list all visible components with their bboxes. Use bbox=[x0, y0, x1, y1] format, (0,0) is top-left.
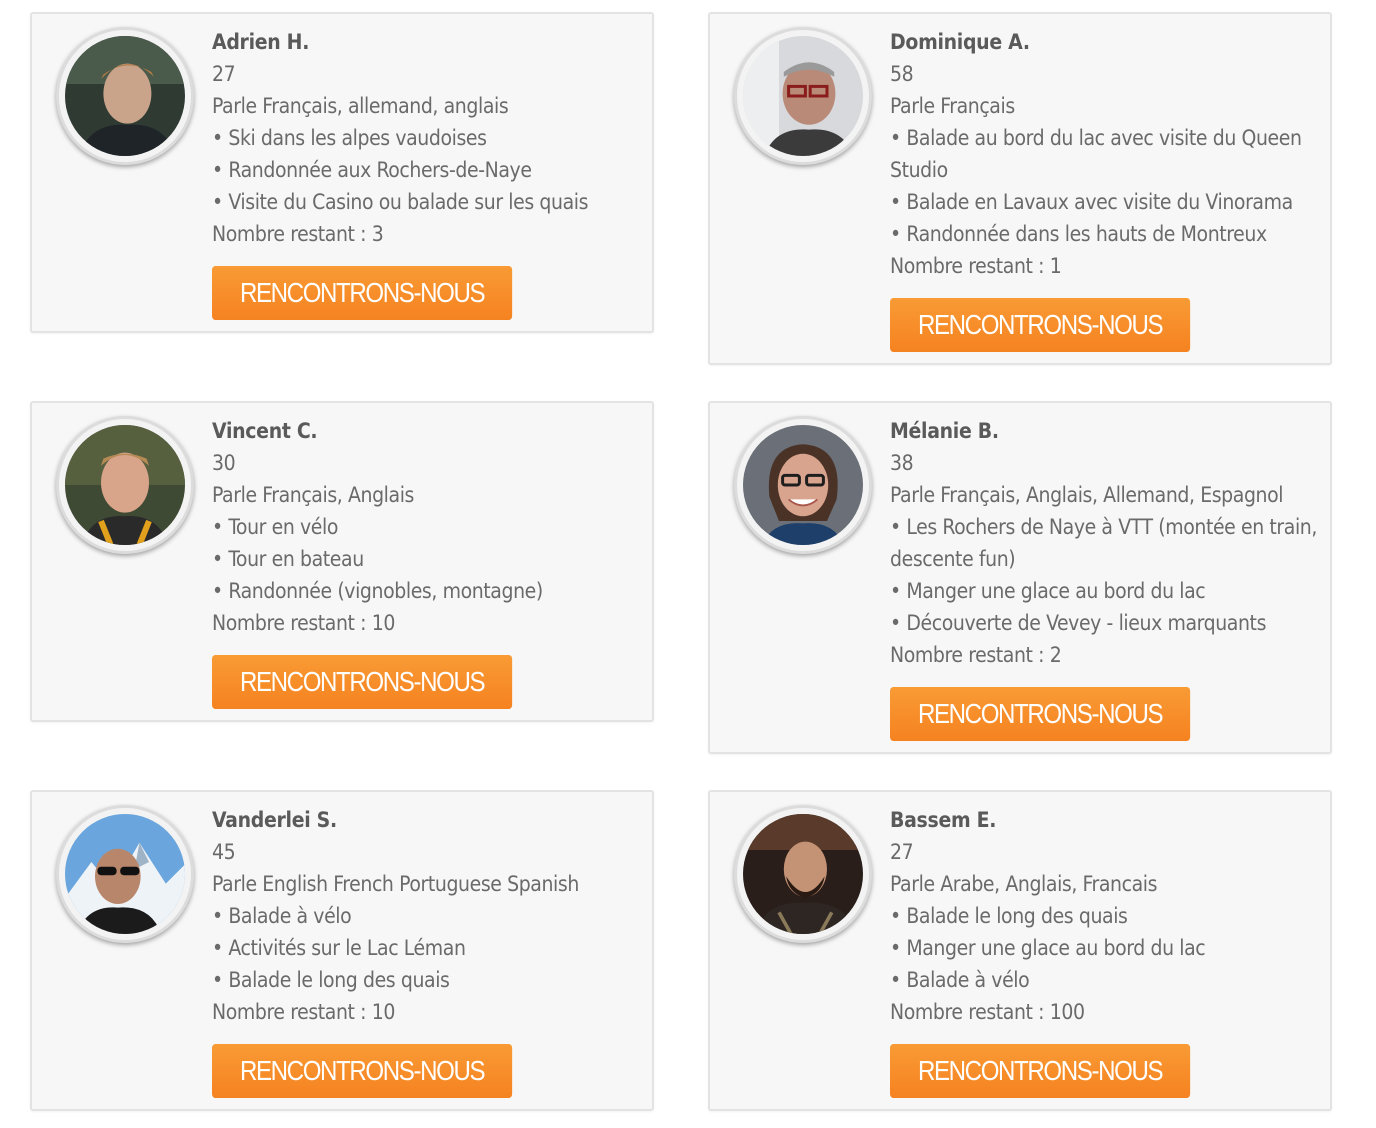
profile-card: Dominique A. 58 Parle Français • Balade … bbox=[708, 12, 1332, 365]
activity-item: • Balade le long des quais bbox=[212, 968, 450, 992]
profile-name: Dominique A. bbox=[890, 30, 1030, 54]
activity-item: • Balade à vélo bbox=[890, 968, 1030, 992]
avatar bbox=[56, 416, 194, 554]
activity-item: • Balade à vélo bbox=[212, 904, 352, 928]
activity-item: • Manger une glace au bord du lac bbox=[890, 579, 1206, 603]
remaining-count: Nombre restant : 2 bbox=[890, 643, 1062, 667]
activity-item: • Tour en vélo bbox=[212, 515, 339, 539]
profile-card: Vincent C. 30 Parle Français, Anglais • … bbox=[30, 401, 654, 722]
profile-age: 45 bbox=[212, 840, 236, 864]
activity-item: • Randonnée aux Rochers-de-Naye bbox=[212, 158, 532, 182]
profile-languages: Parle English French Portuguese Spanish bbox=[212, 872, 579, 896]
activity-item: • Balade le long des quais bbox=[890, 904, 1128, 928]
avatar bbox=[734, 27, 872, 165]
meet-button[interactable]: RENCONTRONS-NOUS bbox=[890, 687, 1191, 741]
profile-age: 27 bbox=[212, 62, 236, 86]
avatar bbox=[734, 416, 872, 554]
meet-button[interactable]: RENCONTRONS-NOUS bbox=[890, 1044, 1191, 1098]
profile-name: Bassem E. bbox=[890, 808, 997, 832]
avatar-photo bbox=[65, 36, 185, 156]
avatar-photo bbox=[743, 814, 863, 934]
profile-age: 30 bbox=[212, 451, 236, 475]
profile-languages: Parle Français, Anglais, Allemand, Espag… bbox=[890, 483, 1284, 507]
activity-item: • Activités sur le Lac Léman bbox=[212, 936, 466, 960]
meet-button[interactable]: RENCONTRONS-NOUS bbox=[212, 655, 513, 709]
profile-languages: Parle Français, Anglais bbox=[212, 483, 414, 507]
remaining-count: Nombre restant : 100 bbox=[890, 1000, 1085, 1024]
profile-languages: Parle Arabe, Anglais, Francais bbox=[890, 872, 1158, 896]
avatar-photo bbox=[743, 425, 863, 545]
profile-languages: Parle Français bbox=[890, 94, 1015, 118]
remaining-count: Nombre restant : 10 bbox=[212, 1000, 395, 1024]
profile-card: Bassem E. 27 Parle Arabe, Anglais, Franc… bbox=[708, 790, 1332, 1111]
avatar bbox=[56, 27, 194, 165]
profile-name: Adrien H. bbox=[212, 30, 310, 54]
meet-button[interactable]: RENCONTRONS-NOUS bbox=[212, 1044, 513, 1098]
avatar bbox=[734, 805, 872, 943]
profile-name: Mélanie B. bbox=[890, 419, 999, 443]
profile-age: 38 bbox=[890, 451, 914, 475]
profile-age: 58 bbox=[890, 62, 914, 86]
meet-button[interactable]: RENCONTRONS-NOUS bbox=[212, 266, 513, 320]
activity-item: • Ski dans les alpes vaudoises bbox=[212, 126, 487, 150]
activity-item: • Balade au bord du lac avec visite du Q… bbox=[890, 126, 1302, 182]
activity-item: • Visite du Casino ou balade sur les qua… bbox=[212, 190, 589, 214]
remaining-count: Nombre restant : 10 bbox=[212, 611, 395, 635]
activity-item: • Randonnée (vignobles, montagne) bbox=[212, 579, 543, 603]
profile-age: 27 bbox=[890, 840, 914, 864]
profile-card: Adrien H. 27 Parle Français, allemand, a… bbox=[30, 12, 654, 333]
activity-item: • Les Rochers de Naye à VTT (montée en t… bbox=[890, 515, 1317, 571]
avatar-photo bbox=[743, 36, 863, 156]
avatar bbox=[56, 805, 194, 943]
profile-card: Vanderlei S. 45 Parle English French Por… bbox=[30, 790, 654, 1111]
profiles-grid: Adrien H. 27 Parle Français, allemand, a… bbox=[0, 0, 1376, 1128]
activity-item: • Randonnée dans les hauts de Montreux bbox=[890, 222, 1267, 246]
avatar-photo bbox=[65, 425, 185, 545]
activity-item: • Tour en bateau bbox=[212, 547, 364, 571]
avatar-photo bbox=[65, 814, 185, 934]
profile-name: Vanderlei S. bbox=[212, 808, 337, 832]
meet-button[interactable]: RENCONTRONS-NOUS bbox=[890, 298, 1191, 352]
activity-item: • Balade en Lavaux avec visite du Vinora… bbox=[890, 190, 1293, 214]
profile-name: Vincent C. bbox=[212, 419, 318, 443]
remaining-count: Nombre restant : 3 bbox=[212, 222, 384, 246]
activity-item: • Manger une glace au bord du lac bbox=[890, 936, 1206, 960]
profile-card: Mélanie B. 38 Parle Français, Anglais, A… bbox=[708, 401, 1332, 754]
profile-languages: Parle Français, allemand, anglais bbox=[212, 94, 509, 118]
remaining-count: Nombre restant : 1 bbox=[890, 254, 1062, 278]
activity-item: • Découverte de Vevey - lieux marquants bbox=[890, 611, 1267, 635]
